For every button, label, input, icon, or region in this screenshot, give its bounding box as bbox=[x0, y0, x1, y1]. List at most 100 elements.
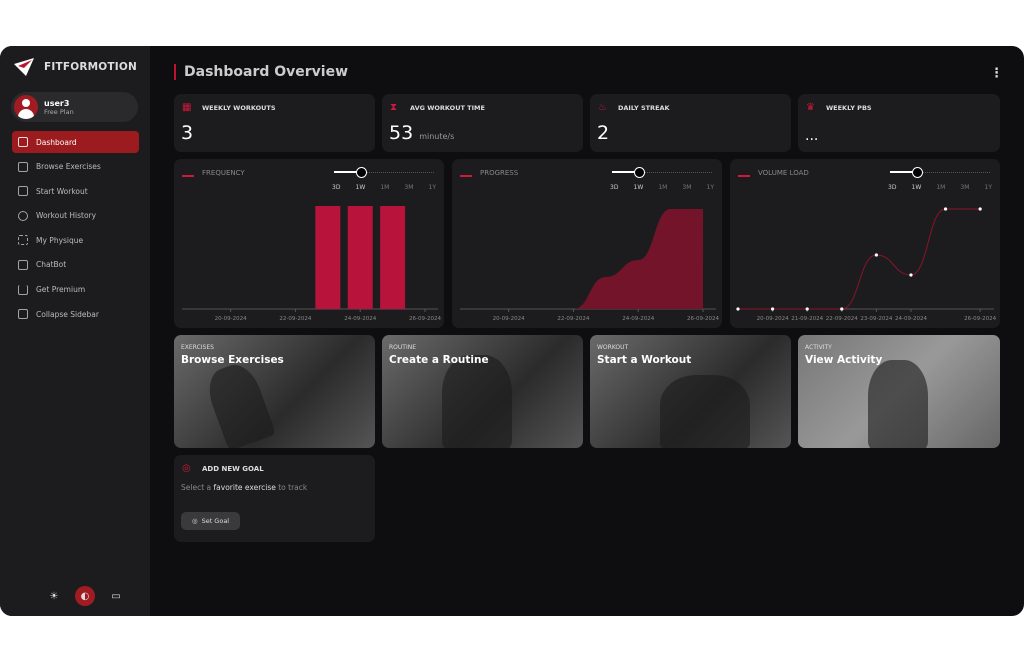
bar[interactable] bbox=[380, 206, 406, 309]
x-tick-label: 24-09-2024 bbox=[622, 316, 654, 322]
x-tick-label: 26-09-2024 bbox=[409, 316, 441, 322]
moon-icon[interactable]: ◐ bbox=[75, 586, 95, 606]
sidebar-item-start-workout[interactable]: Start Workout bbox=[12, 180, 139, 202]
x-tick-label: 23-09-2024 bbox=[860, 316, 892, 322]
x-tick-label: 20-09-2024 bbox=[215, 316, 247, 322]
x-tick-label: 20-09-2024 bbox=[757, 316, 789, 322]
stat-value: 53 bbox=[389, 122, 414, 144]
user-name: user3 bbox=[44, 98, 70, 108]
flame-icon: ♨ bbox=[598, 102, 607, 113]
calendar-icon: ▦ bbox=[182, 102, 192, 113]
tile-kicker: WORKOUT bbox=[597, 344, 629, 351]
sidebar-collapse-icon bbox=[18, 309, 28, 320]
stat-value: 3 bbox=[181, 122, 194, 144]
list-search-icon bbox=[18, 161, 28, 172]
target-icon: ◎ bbox=[191, 517, 198, 525]
add-goal-card: ◎ ADD NEW GOAL Select a favorite exercis… bbox=[174, 455, 375, 542]
monitor-icon[interactable]: ▭ bbox=[106, 586, 126, 606]
tile-title: Create a Routine bbox=[389, 354, 489, 366]
goal-title: ADD NEW GOAL bbox=[202, 465, 264, 473]
logo-icon bbox=[14, 58, 34, 76]
data-point[interactable] bbox=[943, 207, 948, 211]
trophy-icon: ♛ bbox=[806, 102, 815, 113]
sidebar-item-get-premium[interactable]: Get Premium bbox=[12, 279, 139, 301]
data-point[interactable] bbox=[909, 273, 913, 277]
x-tick-label: 22-09-2024 bbox=[557, 316, 589, 322]
set-goal-button[interactable]: ◎ Set Goal bbox=[181, 512, 240, 530]
x-tick-label: 20-09-2024 bbox=[493, 316, 525, 322]
grid-icon bbox=[18, 137, 28, 147]
stat-label: DAILY STREAK bbox=[618, 104, 670, 112]
data-point[interactable] bbox=[736, 307, 740, 311]
target-icon: ◎ bbox=[182, 463, 191, 474]
sidebar-item-label: Get Premium bbox=[36, 285, 86, 295]
tile-kicker: EXERCISES bbox=[181, 344, 214, 351]
sidebar-item-label: Start Workout bbox=[36, 186, 88, 196]
chart-card-progress: PROGRESS 3D 1W 1M 3M 1Y 20-09-2024 22-09-2024 2… bbox=[452, 159, 722, 328]
stat-label: WEEKLY WORKOUTS bbox=[202, 104, 276, 112]
tile-start-workout[interactable]: WORKOUT Start a Workout bbox=[590, 335, 791, 448]
x-tick-label: 24-09-2024 bbox=[895, 316, 927, 322]
user-plan: Free Plan bbox=[44, 107, 74, 116]
chart-plot: 20-09-2024 21-09-2024 22-09-2024 23-09-2024… bbox=[736, 207, 997, 322]
app-window: FITFORMOTION user3 Free Plan Dashboard Br… bbox=[0, 46, 1024, 616]
chart-card-frequency: FREQUENCY 3D 1W 1M 3M 1Y 20-09-2024 22-09-2024… bbox=[174, 159, 444, 328]
sidebar-item-chatbot[interactable]: ChatBot bbox=[12, 254, 139, 276]
tile-kicker: ROUTINE bbox=[389, 344, 416, 351]
sidebar-item-label: Browse Exercises bbox=[36, 162, 101, 172]
x-tick-label: 24-09-2024 bbox=[344, 316, 376, 322]
sidebar-item-label: ChatBot bbox=[36, 260, 67, 270]
tile-create-routine[interactable]: ROUTINE Create a Routine bbox=[382, 335, 583, 448]
sidebar-item-label: Dashboard bbox=[36, 137, 77, 147]
user-profile[interactable]: user3 Free Plan bbox=[11, 92, 138, 122]
stat-card-weekly-pbs: ♛ WEEKLY PBS ... bbox=[798, 94, 1000, 152]
x-tick-label: 21-09-2024 bbox=[791, 316, 823, 322]
sidebar-item-workout-history[interactable]: Workout History bbox=[12, 205, 139, 227]
sidebar: FITFORMOTION user3 Free Plan Dashboard Br… bbox=[0, 46, 150, 616]
avatar bbox=[14, 95, 38, 119]
more-options-icon[interactable]: ⋮ bbox=[990, 66, 1003, 81]
page-title: Dashboard Overview bbox=[174, 64, 348, 80]
x-tick-label: 22-09-2024 bbox=[826, 316, 858, 322]
tile-title: Start a Workout bbox=[597, 354, 692, 366]
theme-switcher: ☀ ◐ ▭ bbox=[44, 586, 126, 606]
stat-card-weekly-workouts: ▦ WEEKLY WORKOUTS 3 bbox=[174, 94, 375, 152]
tile-browse-exercises[interactable]: EXERCISES Browse Exercises bbox=[174, 335, 375, 448]
bar[interactable] bbox=[347, 206, 373, 309]
logo[interactable]: FITFORMOTION bbox=[12, 56, 137, 78]
data-point[interactable] bbox=[874, 253, 878, 257]
data-point[interactable] bbox=[840, 307, 844, 311]
data-point[interactable] bbox=[978, 207, 982, 211]
tile-view-activity[interactable]: ACTIVITY View Activity bbox=[798, 335, 1000, 448]
line-series bbox=[737, 208, 981, 310]
sidebar-item-my-physique[interactable]: My Physique bbox=[12, 229, 139, 251]
tile-title: View Activity bbox=[805, 354, 883, 366]
x-tick-label: 26-09-2024 bbox=[964, 316, 996, 322]
history-icon bbox=[18, 210, 28, 221]
data-point[interactable] bbox=[805, 307, 809, 311]
sidebar-item-browse-exercises[interactable]: Browse Exercises bbox=[12, 156, 139, 178]
sidebar-item-label: My Physique bbox=[36, 235, 84, 245]
sidebar-nav: Dashboard Browse Exercises Start Workout… bbox=[12, 131, 139, 328]
sidebar-item-label: Workout History bbox=[36, 211, 97, 221]
dumbbell-icon bbox=[18, 186, 28, 197]
stat-unit: minute/s bbox=[419, 132, 455, 141]
bar[interactable] bbox=[315, 206, 341, 309]
stat-label: WEEKLY PBS bbox=[826, 104, 872, 112]
chart-plot: 20-09-2024 22-09-2024 24-09-2024 26-09-2024 bbox=[182, 206, 442, 322]
chart-card-volume-load: VOLUME LOAD 3D 1W 1M 3M 1Y 20-09-2024 21-09-20… bbox=[730, 159, 1000, 328]
sidebar-item-dashboard[interactable]: Dashboard bbox=[12, 131, 139, 153]
area-series bbox=[573, 209, 704, 309]
sidebar-item-collapse-sidebar[interactable]: Collapse Sidebar bbox=[12, 303, 139, 325]
tile-title: Browse Exercises bbox=[181, 354, 284, 366]
chart-plot: 20-09-2024 22-09-2024 24-09-2024 26-09-2024 bbox=[460, 209, 720, 322]
sun-icon[interactable]: ☀ bbox=[44, 586, 64, 606]
tile-kicker: ACTIVITY bbox=[805, 344, 832, 351]
goal-description: Select a favorite exercise to track bbox=[181, 483, 308, 492]
x-tick-label: 26-09-2024 bbox=[687, 316, 719, 322]
crown-icon bbox=[18, 284, 28, 295]
stat-value: 2 bbox=[597, 122, 610, 144]
sidebar-item-label: Collapse Sidebar bbox=[36, 309, 99, 319]
hourglass-icon: ⧗ bbox=[390, 102, 398, 113]
data-point[interactable] bbox=[770, 307, 775, 311]
